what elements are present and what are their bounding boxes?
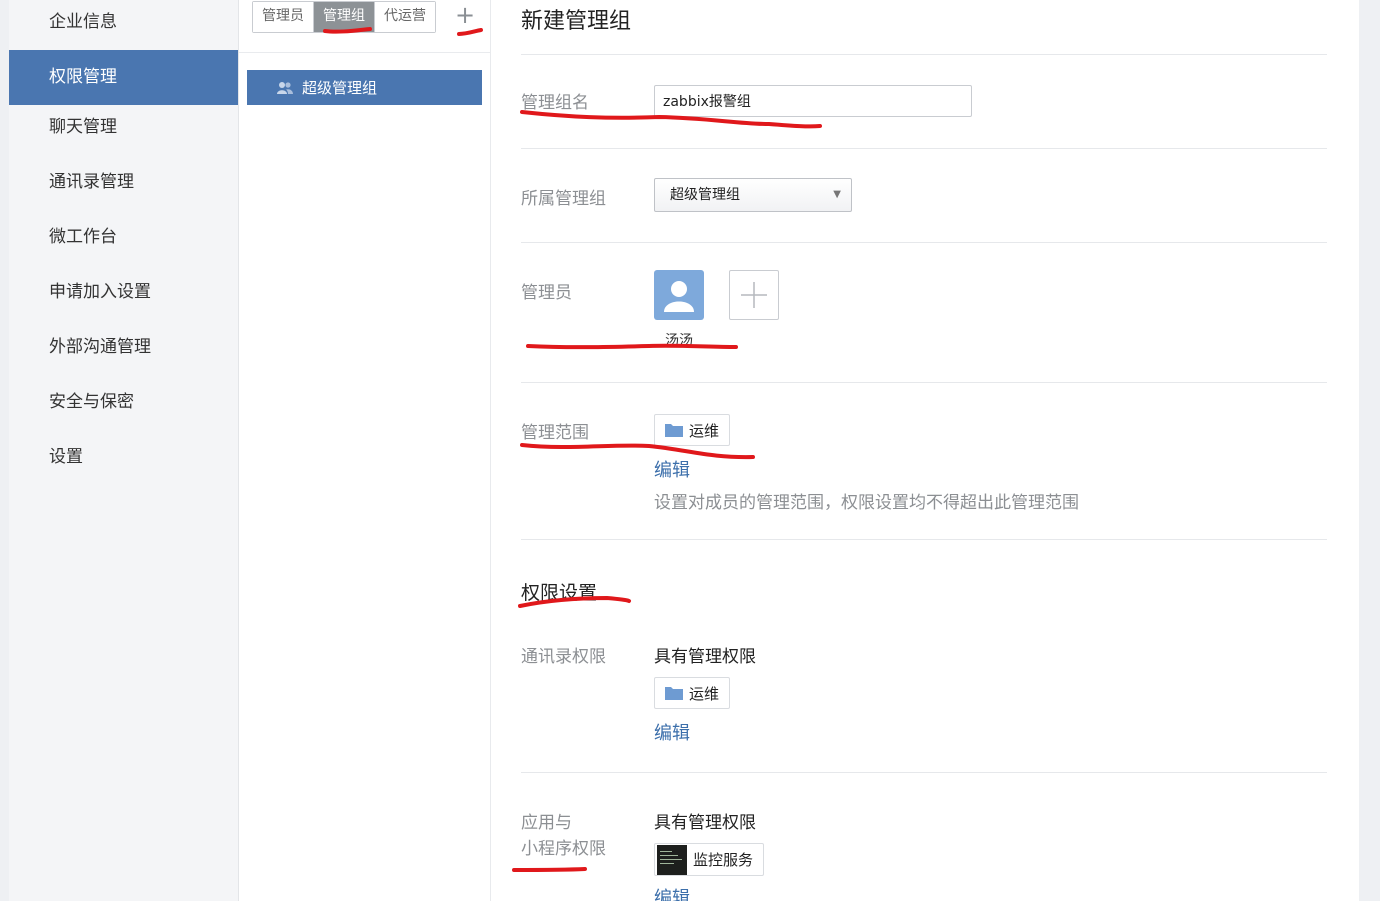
group-name-input[interactable] (654, 85, 972, 117)
nav-item-external[interactable]: 外部沟通管理 (9, 325, 238, 380)
sidebar-nav: 企业信息 权限管理 聊天管理 通讯录管理 微工作台 申请加入设置 外部沟通管理 … (9, 0, 239, 901)
nav-item-label: 聊天管理 (49, 117, 117, 137)
apps-permission-level: 具有管理权限 (654, 813, 756, 833)
nav-item-label: 外部沟通管理 (49, 337, 151, 357)
group-list-panel: 管理员 管理组 代运营 + 超级管理组 (239, 0, 491, 901)
department-name: 运维 (689, 421, 720, 440)
tab-admin-groups[interactable]: 管理组 (314, 2, 375, 32)
folder-icon (665, 424, 683, 437)
apps-edit-link[interactable]: 编辑 (654, 884, 690, 901)
scope-department-chip: 运维 (654, 414, 731, 446)
admin-tabs: 管理员 管理组 代运营 (252, 1, 436, 33)
contacts-permission-label: 通讯录权限 (521, 647, 606, 667)
add-group-button[interactable]: + (454, 1, 476, 29)
divider (239, 52, 490, 53)
plus-icon (741, 282, 767, 308)
scope-hint: 设置对成员的管理范围，权限设置均不得超出此管理范围 (654, 493, 1079, 513)
nav-item-join-settings[interactable]: 申请加入设置 (9, 270, 238, 325)
app-frame: 企业信息 权限管理 聊天管理 通讯录管理 微工作台 申请加入设置 外部沟通管理 … (9, 0, 1359, 901)
nav-item-label: 微工作台 (49, 227, 117, 247)
scope-label: 管理范围 (521, 423, 589, 443)
contacts-edit-link[interactable]: 编辑 (654, 719, 690, 745)
nav-item-permissions[interactable]: 权限管理 (9, 50, 238, 105)
admins-label: 管理员 (521, 283, 572, 303)
app-chip: 监控服务 (654, 843, 765, 876)
admin-name: 汤汤 (665, 333, 693, 349)
terminal-app-icon (657, 844, 687, 875)
contacts-permission-level: 具有管理权限 (654, 647, 756, 667)
divider (521, 54, 1327, 55)
tab-operators[interactable]: 代运营 (375, 2, 435, 32)
group-name-label: 管理组名 (521, 93, 589, 113)
nav-item-security[interactable]: 安全与保密 (9, 380, 238, 435)
chevron-down-icon: ▼ (833, 189, 841, 200)
apps-permission-label-line1: 应用与 (521, 813, 572, 833)
group-item-super-admin[interactable]: 超级管理组 (247, 70, 482, 105)
divider (521, 242, 1327, 243)
divider (521, 539, 1327, 540)
users-icon (277, 81, 293, 94)
divider (521, 382, 1327, 383)
folder-icon (665, 687, 683, 700)
parent-group-select[interactable]: 超级管理组 ▼ (654, 178, 852, 212)
divider (521, 772, 1327, 773)
nav-item-workbench[interactable]: 微工作台 (9, 215, 238, 270)
app-name: 监控服务 (693, 851, 754, 869)
add-admin-button[interactable] (729, 270, 779, 320)
contacts-department-chip: 运维 (654, 677, 731, 709)
permissions-section-title: 权限设置 (521, 582, 598, 604)
department-name: 运维 (689, 684, 720, 703)
tab-admins[interactable]: 管理员 (253, 2, 314, 32)
main-content: 新建管理组 管理组名 所属管理组 超级管理组 ▼ 管理员 汤汤 管理范围 (521, 0, 1327, 901)
nav-item-settings[interactable]: 设置 (9, 435, 238, 490)
nav-item-label: 安全与保密 (49, 392, 134, 412)
nav-item-chat[interactable]: 聊天管理 (9, 105, 238, 160)
nav-item-label: 申请加入设置 (49, 282, 151, 302)
page-title: 新建管理组 (521, 9, 632, 34)
nav-item-label: 通讯录管理 (49, 172, 134, 192)
nav-item-company-info[interactable]: 企业信息 (9, 0, 238, 50)
apps-permission-label-line2: 小程序权限 (521, 839, 606, 859)
divider (521, 148, 1327, 149)
nav-item-label: 设置 (49, 447, 83, 467)
nav-item-contacts[interactable]: 通讯录管理 (9, 160, 238, 215)
parent-group-label: 所属管理组 (521, 189, 606, 209)
nav-item-label: 企业信息 (49, 12, 117, 32)
parent-group-value: 超级管理组 (670, 187, 740, 203)
group-item-label: 超级管理组 (302, 79, 378, 97)
nav-item-label: 权限管理 (49, 67, 117, 87)
scope-edit-link[interactable]: 编辑 (654, 456, 690, 482)
user-avatar-icon[interactable] (654, 270, 704, 320)
